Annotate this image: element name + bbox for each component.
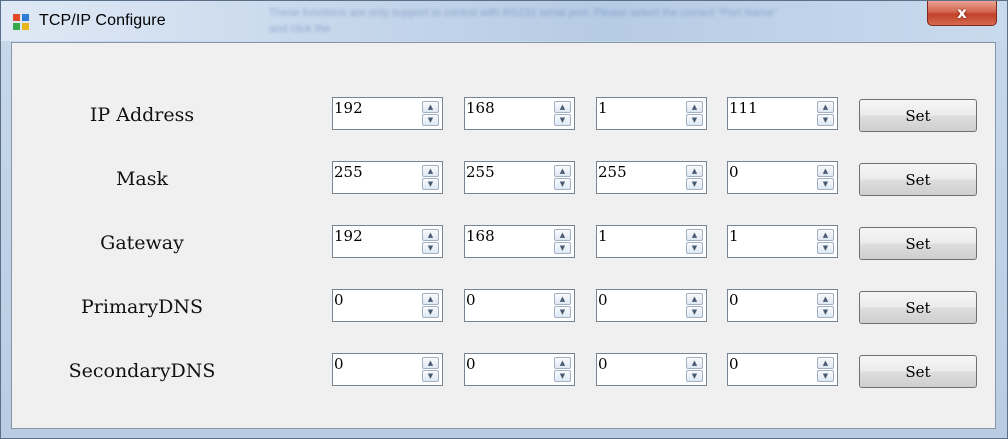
spin-down-arrow-icon[interactable]: ▼ <box>554 114 571 126</box>
spin-up-arrow-icon[interactable]: ▲ <box>422 293 439 305</box>
spin-up-arrow-icon[interactable]: ▲ <box>817 229 834 241</box>
row-label-mask: Mask <box>115 168 169 190</box>
spin-up-arrow-icon[interactable]: ▲ <box>686 229 703 241</box>
spin-down-arrow-icon[interactable]: ▼ <box>422 178 439 190</box>
spin-up-arrow-icon[interactable]: ▲ <box>817 101 834 113</box>
row-label-primary-dns: PrimaryDNS <box>81 296 203 318</box>
spin-up-arrow-icon[interactable]: ▲ <box>554 357 571 369</box>
mask-octet-3[interactable]: 255 ▲ ▼ <box>596 161 707 194</box>
title-bar[interactable]: These functions are only support to cont… <box>1 1 1007 41</box>
spin-down-arrow-icon[interactable]: ▼ <box>422 306 439 318</box>
spin-control[interactable]: ▲ ▼ <box>422 101 439 126</box>
spin-down-arrow-icon[interactable]: ▼ <box>554 370 571 382</box>
spin-control[interactable]: ▲ ▼ <box>422 357 439 382</box>
spin-up-arrow-icon[interactable]: ▲ <box>422 229 439 241</box>
spin-down-arrow-icon[interactable]: ▼ <box>817 178 834 190</box>
secondary-dns-octet-2[interactable]: 0 ▲ ▼ <box>464 353 575 386</box>
gateway-octet-4[interactable]: 1 ▲ ▼ <box>727 225 838 258</box>
primary-dns-octet-4[interactable]: 0 ▲ ▼ <box>727 289 838 322</box>
secondary-dns-octet-3[interactable]: 0 ▲ ▼ <box>596 353 707 386</box>
set-gateway-button[interactable]: Set <box>859 227 977 260</box>
ip-address-octet-4[interactable]: 111 ▲ ▼ <box>727 97 838 130</box>
spin-control[interactable]: ▲ ▼ <box>817 293 834 318</box>
spin-down-arrow-icon[interactable]: ▼ <box>686 178 703 190</box>
spin-up-arrow-icon[interactable]: ▲ <box>554 101 571 113</box>
spin-up-arrow-icon[interactable]: ▲ <box>686 165 703 177</box>
spin-up-arrow-icon[interactable]: ▲ <box>422 357 439 369</box>
spin-control[interactable]: ▲ ▼ <box>554 101 571 126</box>
spin-down-arrow-icon[interactable]: ▼ <box>422 242 439 254</box>
spin-control[interactable]: ▲ ▼ <box>422 293 439 318</box>
spin-down-arrow-icon[interactable]: ▼ <box>686 306 703 318</box>
row-label-ip-address: IP Address <box>89 104 195 126</box>
spin-control[interactable]: ▲ ▼ <box>554 357 571 382</box>
spin-down-arrow-icon[interactable]: ▼ <box>686 370 703 382</box>
spin-control[interactable]: ▲ ▼ <box>817 101 834 126</box>
mask-octet-1[interactable]: 255 ▲ ▼ <box>332 161 443 194</box>
ip-address-octet-3[interactable]: 1 ▲ ▼ <box>596 97 707 130</box>
spin-control[interactable]: ▲ ▼ <box>686 293 703 318</box>
spin-up-arrow-icon[interactable]: ▲ <box>554 293 571 305</box>
spin-up-arrow-icon[interactable]: ▲ <box>817 165 834 177</box>
primary-dns-octet-3[interactable]: 0 ▲ ▼ <box>596 289 707 322</box>
spin-down-arrow-icon[interactable]: ▼ <box>422 114 439 126</box>
spin-control[interactable]: ▲ ▼ <box>554 165 571 190</box>
spin-up-arrow-icon[interactable]: ▲ <box>686 357 703 369</box>
gateway-octet-3[interactable]: 1 ▲ ▼ <box>596 225 707 258</box>
app-window-icon <box>13 14 30 31</box>
tcpip-configure-window: These functions are only support to cont… <box>0 0 1008 439</box>
spin-control[interactable]: ▲ ▼ <box>554 229 571 254</box>
spin-control[interactable]: ▲ ▼ <box>422 165 439 190</box>
close-icon: x <box>957 4 967 22</box>
spin-control[interactable]: ▲ ▼ <box>686 101 703 126</box>
client-area: IP Address 192 ▲ ▼ 168 ▲ ▼ 1 ▲ ▼ 111 ▲ ▼ Set Mas… <box>11 42 996 429</box>
spin-up-arrow-icon[interactable]: ▲ <box>554 165 571 177</box>
row-label-secondary-dns: SecondaryDNS <box>68 360 216 382</box>
mask-octet-4[interactable]: 0 ▲ ▼ <box>727 161 838 194</box>
spin-down-arrow-icon[interactable]: ▼ <box>817 370 834 382</box>
spin-down-arrow-icon[interactable]: ▼ <box>817 242 834 254</box>
spin-down-arrow-icon[interactable]: ▼ <box>554 178 571 190</box>
mask-octet-2[interactable]: 255 ▲ ▼ <box>464 161 575 194</box>
secondary-dns-octet-1[interactable]: 0 ▲ ▼ <box>332 353 443 386</box>
spin-down-arrow-icon[interactable]: ▼ <box>422 370 439 382</box>
ip-address-octet-2[interactable]: 168 ▲ ▼ <box>464 97 575 130</box>
set-mask-button[interactable]: Set <box>859 163 977 196</box>
spin-up-arrow-icon[interactable]: ▲ <box>422 101 439 113</box>
spin-up-arrow-icon[interactable]: ▲ <box>554 229 571 241</box>
spin-up-arrow-icon[interactable]: ▲ <box>817 357 834 369</box>
ip-address-octet-1[interactable]: 192 ▲ ▼ <box>332 97 443 130</box>
window-title: TCP/IP Configure <box>39 12 166 29</box>
set-ip-address-button[interactable]: Set <box>859 99 977 132</box>
spin-control[interactable]: ▲ ▼ <box>686 357 703 382</box>
spin-down-arrow-icon[interactable]: ▼ <box>686 114 703 126</box>
set-primary-dns-button[interactable]: Set <box>859 291 977 324</box>
set-secondary-dns-button[interactable]: Set <box>859 355 977 388</box>
spin-down-arrow-icon[interactable]: ▼ <box>817 306 834 318</box>
primary-dns-octet-2[interactable]: 0 ▲ ▼ <box>464 289 575 322</box>
spin-down-arrow-icon[interactable]: ▼ <box>554 242 571 254</box>
spin-up-arrow-icon[interactable]: ▲ <box>422 165 439 177</box>
row-label-gateway: Gateway <box>100 232 184 254</box>
spin-down-arrow-icon[interactable]: ▼ <box>554 306 571 318</box>
spin-control[interactable]: ▲ ▼ <box>422 229 439 254</box>
spin-control[interactable]: ▲ ▼ <box>686 165 703 190</box>
spin-up-arrow-icon[interactable]: ▲ <box>817 293 834 305</box>
primary-dns-octet-1[interactable]: 0 ▲ ▼ <box>332 289 443 322</box>
spin-control[interactable]: ▲ ▼ <box>686 229 703 254</box>
spin-up-arrow-icon[interactable]: ▲ <box>686 293 703 305</box>
spin-down-arrow-icon[interactable]: ▼ <box>686 242 703 254</box>
close-button[interactable]: x <box>927 1 997 26</box>
gateway-octet-1[interactable]: 192 ▲ ▼ <box>332 225 443 258</box>
spin-control[interactable]: ▲ ▼ <box>817 357 834 382</box>
spin-down-arrow-icon[interactable]: ▼ <box>817 114 834 126</box>
secondary-dns-octet-4[interactable]: 0 ▲ ▼ <box>727 353 838 386</box>
spin-control[interactable]: ▲ ▼ <box>817 229 834 254</box>
spin-control[interactable]: ▲ ▼ <box>554 293 571 318</box>
gateway-octet-2[interactable]: 168 ▲ ▼ <box>464 225 575 258</box>
spin-up-arrow-icon[interactable]: ▲ <box>686 101 703 113</box>
spin-control[interactable]: ▲ ▼ <box>817 165 834 190</box>
background-window-text: These functions are only support to cont… <box>269 7 778 35</box>
